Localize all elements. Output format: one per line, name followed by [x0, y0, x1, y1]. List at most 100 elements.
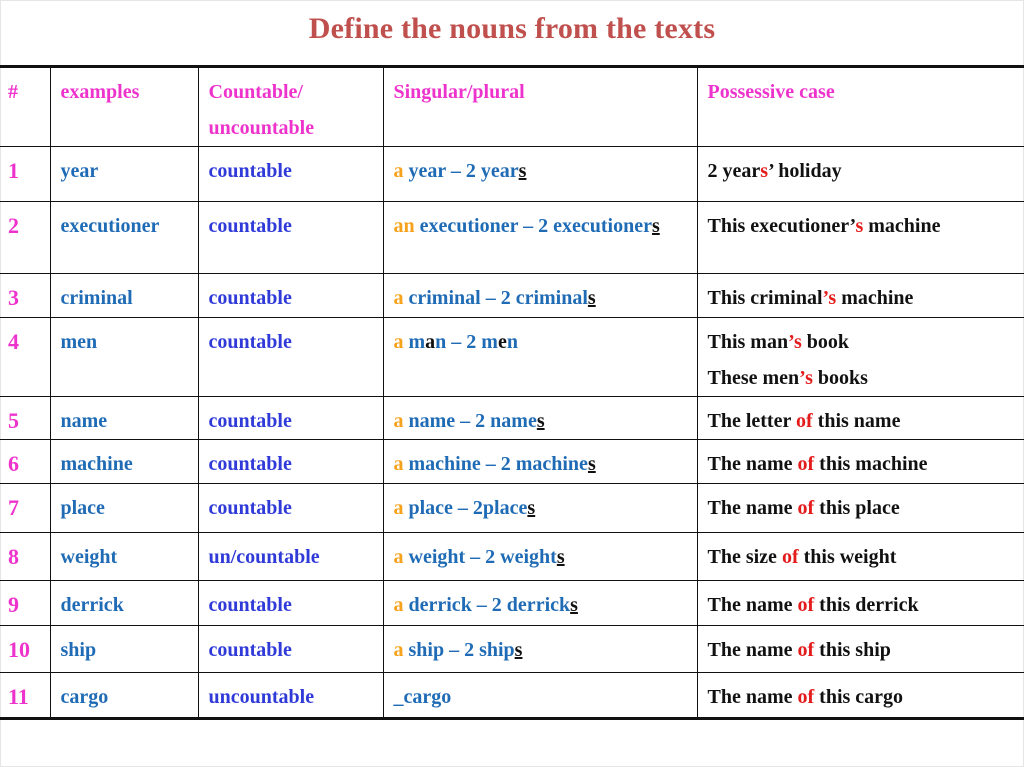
- countability: countable: [197, 146, 384, 202]
- countability: countable: [197, 580, 384, 626]
- possessive-text: 2 year: [707, 160, 761, 182]
- example-word: name: [49, 396, 199, 440]
- article: a: [393, 410, 404, 432]
- header-number: #: [0, 65, 51, 147]
- possessive-text: This executioner’: [707, 215, 856, 237]
- singular-plural: a machine – 2 machines: [382, 439, 698, 484]
- singular-plural: a derrick – 2 derricks: [382, 580, 698, 626]
- example-word: weight: [49, 532, 199, 581]
- possessive-text: The size: [707, 546, 782, 568]
- possessive-text: The name: [707, 594, 798, 616]
- singular-plural-text: a: [425, 331, 436, 353]
- plural-ending: s: [518, 160, 527, 182]
- singular-plural: an executioner – 2 executioners: [382, 201, 698, 274]
- possessive-marker: of: [797, 497, 815, 519]
- possessive-marker: of: [797, 686, 815, 708]
- example-word: executioner: [49, 201, 199, 274]
- singular-plural-text: executioner – 2 executioner: [414, 215, 652, 237]
- plural-ending: s: [651, 215, 660, 237]
- article: a: [393, 497, 404, 519]
- possessive-case: The size of this weight: [696, 532, 1024, 581]
- plural-ending: s: [527, 497, 536, 519]
- possessive-case: This executioner’s machine: [696, 201, 1024, 274]
- row-number: 4: [0, 317, 51, 397]
- singular-plural-text: _cargo: [393, 686, 452, 708]
- row-number: 6: [0, 439, 51, 484]
- singular-plural: _cargo: [382, 672, 698, 720]
- row-number: 2: [0, 201, 51, 274]
- header-row: # examples Countable/ uncountable Singul…: [0, 65, 1024, 147]
- possessive-line: This executioner’s machine: [708, 208, 1015, 244]
- table-row: 6 machine countable a machine – 2 machines T…: [0, 439, 1024, 484]
- possessive-text: The name: [707, 453, 798, 475]
- example-word: ship: [49, 625, 199, 673]
- singular-plural: a weight – 2 weights: [382, 532, 698, 581]
- example-word: machine: [49, 439, 199, 484]
- singular-plural: a year – 2 years: [382, 146, 698, 202]
- countability: countable: [197, 396, 384, 440]
- singular-plural: a man – 2 men: [382, 317, 698, 397]
- plural-ending: s: [587, 453, 596, 475]
- countability: countable: [197, 439, 384, 484]
- countability: countable: [197, 201, 384, 274]
- article: a: [393, 331, 404, 353]
- possessive-text: machine: [863, 215, 941, 237]
- singular-plural-text: weight – 2 weight: [403, 546, 557, 568]
- table-row: 7 place countable a place – 2places The name…: [0, 483, 1024, 533]
- possessive-text: this machine: [814, 453, 928, 475]
- countability: un/countable: [197, 532, 384, 581]
- possessive-text: The letter: [707, 410, 796, 432]
- possessive-text: These men: [707, 367, 800, 389]
- singular-plural-text: criminal – 2 criminal: [403, 287, 588, 309]
- row-number: 1: [0, 146, 51, 202]
- singular-plural-text: m: [403, 331, 426, 353]
- plural-ending: s: [570, 594, 578, 616]
- possessive-case: The name of this place: [696, 483, 1024, 533]
- possessive-marker: ’s: [788, 331, 802, 353]
- row-number: 5: [0, 396, 51, 440]
- singular-plural-text: machine – 2 machine: [403, 453, 588, 475]
- example-word: place: [49, 483, 199, 533]
- possessive-marker: of: [797, 594, 815, 616]
- article: an: [393, 215, 415, 237]
- singular-plural: a criminal – 2 criminals: [382, 273, 698, 318]
- example-word: criminal: [49, 273, 199, 318]
- slide-title: Define the nouns from the texts: [308, 12, 716, 45]
- article: a: [393, 594, 404, 616]
- possessive-case: The name of this ship: [696, 625, 1024, 673]
- possessive-text: this weight: [798, 546, 897, 568]
- countability: countable: [197, 273, 384, 318]
- possessive-text: The name: [707, 639, 798, 661]
- singular-plural-text: derrick – 2 derrick: [403, 594, 571, 616]
- possessive-case: The name of this derrick: [696, 580, 1024, 626]
- example-word: men: [49, 317, 199, 397]
- possessive-line: This man’s book: [708, 324, 1015, 360]
- singular-plural-text: e: [497, 331, 507, 353]
- article: a: [393, 639, 404, 661]
- possessive-line: The size of this weight: [708, 539, 1015, 575]
- singular-plural-text: name – 2 name: [403, 410, 537, 432]
- possessive-marker: ’s: [822, 287, 837, 309]
- article: a: [393, 453, 404, 475]
- possessive-text: this derrick: [814, 594, 919, 616]
- possessive-text: This man: [707, 331, 789, 353]
- possessive-line: The name of this place: [708, 490, 1015, 526]
- countability: countable: [197, 317, 384, 397]
- possessive-case: 2 years’ holiday: [696, 146, 1024, 202]
- possessive-text: machine: [836, 287, 914, 309]
- header-singular-plural: Singular/plural: [382, 65, 698, 147]
- possessive-line: The letter of this name: [708, 403, 1015, 439]
- possessive-line: The name of this cargo: [708, 679, 1015, 715]
- singular-plural-text: place – 2place: [403, 497, 528, 519]
- possessive-line: These men’s books: [708, 360, 1015, 396]
- table-row: 1 year countable a year – 2 years 2 years’ h…: [0, 146, 1024, 202]
- possessive-case: The name of this cargo: [696, 672, 1024, 720]
- possessive-marker: s: [760, 160, 769, 182]
- row-number: 7: [0, 483, 51, 533]
- possessive-text: The name: [707, 497, 798, 519]
- possessive-case: The letter of this name: [696, 396, 1024, 440]
- possessive-case: This man’s book These men’s books: [696, 317, 1024, 397]
- countability: uncountable: [197, 672, 384, 720]
- possessive-line: 2 years’ holiday: [708, 153, 1015, 189]
- singular-plural: a ship – 2 ships: [382, 625, 698, 673]
